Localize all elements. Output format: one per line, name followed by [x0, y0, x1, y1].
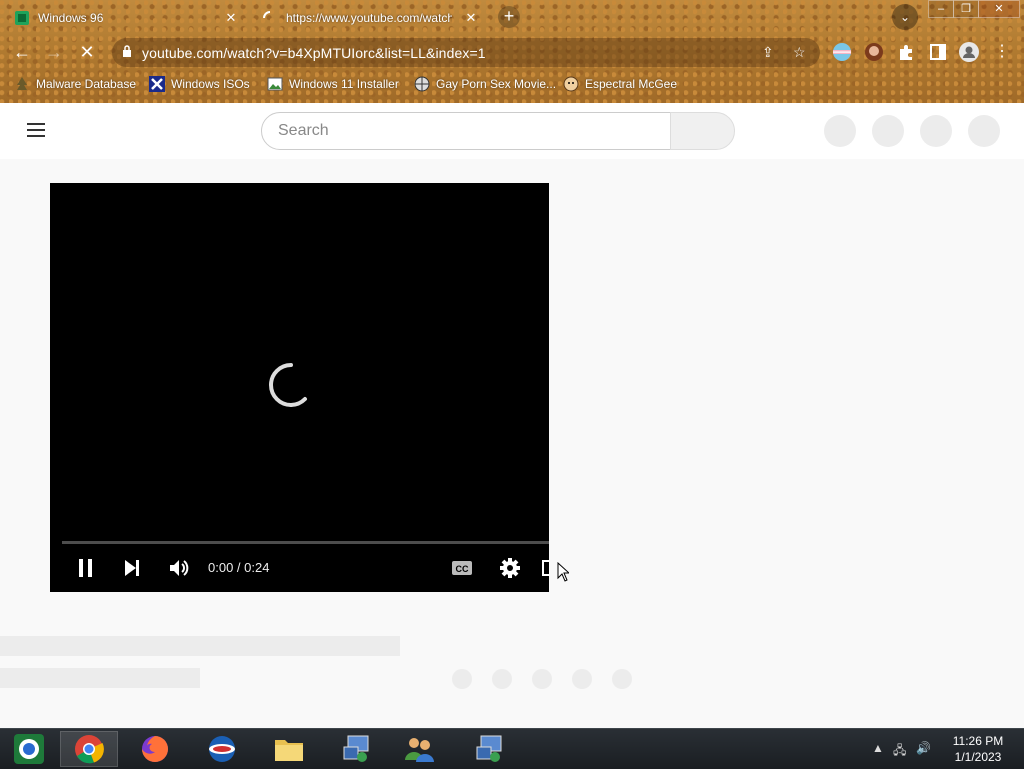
action-skeleton-dot [452, 669, 472, 689]
tree-icon [17, 77, 27, 90]
tab-windows-96[interactable]: Windows 96 ✕ [14, 3, 246, 32]
closed-captions-icon[interactable]: CC [450, 556, 474, 580]
settings-gear-icon[interactable] [498, 556, 522, 580]
title-skeleton [0, 636, 400, 656]
action-skeleton-dot [572, 669, 592, 689]
restore-button[interactable]: ❐ [953, 0, 979, 18]
header-placeholder-circle [824, 115, 856, 147]
start-orb-icon [14, 734, 44, 764]
next-track-icon[interactable] [120, 556, 144, 580]
url-text: youtube.com/watch?v=b4XpMTUIorc&list=LL&… [142, 45, 486, 61]
tab-search-chevron-icon[interactable]: ⌄ [892, 4, 918, 30]
bookmark-malware-database[interactable]: Malware Database [14, 74, 136, 94]
bookmark-label: Malware Database [36, 77, 137, 91]
header-placeholder-circle [920, 115, 952, 147]
extension-avatar-icon[interactable] [864, 42, 884, 62]
tab-strip: Windows 96 ✕ https://www.youtube.com/wat… [0, 0, 1024, 34]
extension-flag-icon[interactable] [832, 42, 852, 62]
channel-skeleton [0, 668, 200, 688]
bookmark-label: Windows 11 Installer [289, 77, 399, 91]
taskbar-network-setup[interactable] [327, 731, 385, 767]
volume-icon[interactable] [167, 556, 191, 580]
header-placeholder-circle [872, 115, 904, 147]
taskbar: ▲ 🖧 🔊 11:26 PM 1/1/2023 [0, 728, 1024, 769]
tab-youtube[interactable]: https://www.youtube.com/watch ✕ [262, 3, 484, 32]
pause-icon[interactable] [74, 556, 98, 580]
bookmark-star-icon[interactable]: ☆ [793, 44, 806, 61]
youtube-header [0, 103, 1024, 159]
share-icon[interactable]: ⇪ [762, 44, 774, 61]
clock-date: 1/1/2023 [954, 750, 1002, 764]
face-icon [563, 76, 579, 92]
image-icon [267, 77, 283, 91]
progress-bar[interactable] [62, 541, 549, 544]
bookmarks-bar: Malware Database Windows ISOs Windows 11… [0, 72, 1024, 96]
bookmark-label: Gay Porn Sex Movie... [436, 77, 557, 91]
minimize-button[interactable]: – [928, 0, 954, 18]
taskbar-users[interactable] [390, 731, 448, 767]
stop-loading-icon[interactable]: ✕ [75, 40, 99, 64]
clock-time: 11:26 PM [952, 734, 1004, 748]
address-bar[interactable]: youtube.com/watch?v=b4XpMTUIorc&list=LL&… [112, 38, 820, 67]
browser-toolbar: ← → ✕ youtube.com/watch?v=b4XpMTUIorc&li… [0, 35, 1024, 69]
bookmark-gay-porn-sex-movie[interactable]: Gay Porn Sex Movie... [414, 74, 556, 94]
svg-text:CC: CC [456, 564, 469, 574]
tab-title: https://www.youtube.com/watch [286, 10, 452, 25]
volume-tray-icon[interactable]: 🔊 [916, 741, 931, 755]
video-player[interactable]: 0:00 / 0:24 CC [50, 183, 550, 592]
computer-network-icon [476, 735, 502, 762]
users-icon [405, 738, 434, 762]
tab-title: Windows 96 [38, 10, 104, 25]
hamburger-menu-icon[interactable] [27, 123, 45, 137]
tab-close-icon[interactable]: ✕ [224, 10, 238, 26]
forward-arrow-icon[interactable]: → [42, 40, 66, 64]
network-icon[interactable]: 🖧 [893, 741, 906, 762]
back-arrow-icon[interactable]: ← [10, 40, 34, 64]
browser-chrome: Windows 96 ✕ https://www.youtube.com/wat… [0, 0, 1024, 103]
search-input[interactable] [261, 112, 671, 150]
bookmark-windows-11-installer[interactable]: Windows 11 Installer [267, 74, 399, 94]
action-skeleton-dot [492, 669, 512, 689]
chrome-icon [75, 735, 104, 764]
time-display: 0:00 / 0:24 [208, 560, 270, 575]
bookmark-label: Espectral McGee [585, 77, 678, 91]
tab-close-icon[interactable]: ✕ [464, 10, 478, 26]
bookmark-windows-isos[interactable]: Windows ISOs [149, 74, 250, 94]
taskbar-outlook[interactable] [193, 731, 251, 767]
taskbar-network-setup-2[interactable] [460, 731, 518, 767]
taskbar-file-explorer[interactable] [260, 731, 318, 767]
globe-icon [414, 76, 430, 92]
menu-dots-icon[interactable]: ⋮ [990, 40, 1014, 64]
profile-icon[interactable] [959, 42, 979, 62]
loading-favicon-icon [263, 10, 271, 18]
side-panel-icon[interactable] [928, 42, 948, 62]
taskbar-chrome[interactable] [60, 731, 118, 767]
computer-network-icon [343, 735, 369, 762]
new-tab-button[interactable]: + [498, 6, 520, 28]
firefox-icon [142, 736, 168, 762]
bookmark-label: Windows ISOs [171, 77, 250, 91]
extensions-puzzle-icon[interactable] [896, 42, 916, 62]
header-placeholder-circle [968, 115, 1000, 147]
start-button[interactable] [0, 731, 58, 767]
show-hidden-icons-chevron-icon[interactable]: ▲ [872, 741, 884, 755]
mouse-cursor-icon [557, 562, 569, 582]
clock[interactable]: 11:26 PM 1/1/2023 [944, 733, 1012, 765]
action-skeleton-dot [612, 669, 632, 689]
outlook-globe-icon [209, 736, 235, 762]
windows96-favicon-icon [15, 10, 29, 25]
action-skeleton-dot [532, 669, 552, 689]
taskbar-firefox[interactable] [126, 731, 184, 767]
lock-icon [123, 45, 131, 57]
loading-spinner-icon [269, 363, 307, 407]
miniplayer-icon[interactable] [542, 556, 550, 580]
search-button[interactable] [670, 112, 735, 150]
bookmark-espectral-mcgee[interactable]: Espectral McGee [563, 74, 677, 94]
close-window-button[interactable]: ✕ [978, 0, 1020, 18]
x-icon [149, 76, 165, 92]
folder-icon [275, 740, 303, 761]
